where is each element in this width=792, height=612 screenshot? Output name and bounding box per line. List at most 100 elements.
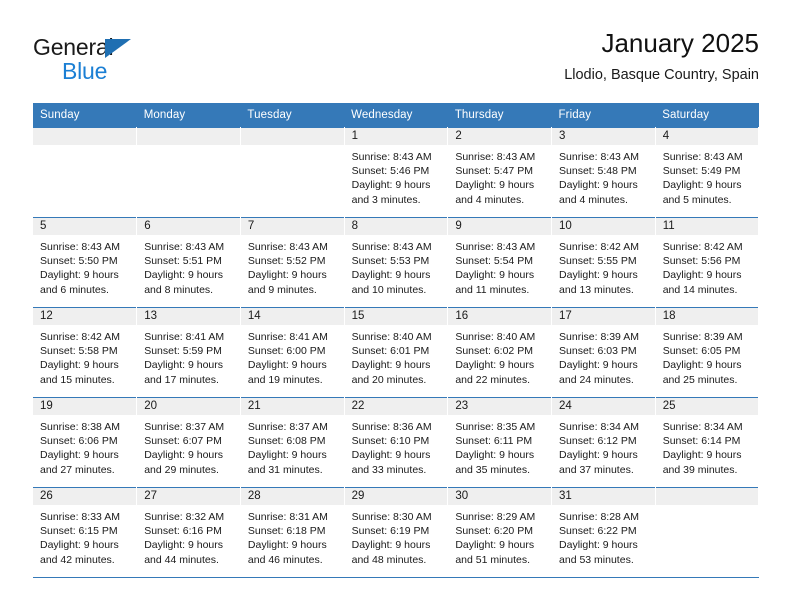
page-title: January 2025 <box>601 28 759 58</box>
calendar-day-cell[interactable]: 21 Sunrise: 8:37 AM Sunset: 6:08 PM Dayligh… <box>240 397 345 488</box>
daylight-duration-line2: and 11 minutes. <box>455 283 530 296</box>
day-details: Sunrise: 8:40 AM Sunset: 6:02 PM Daylight:… <box>448 325 551 387</box>
calendar-day-cell[interactable]: 23 Sunrise: 8:35 AM Sunset: 6:11 PM Dayligh… <box>447 397 553 488</box>
daylight-duration-line2: and 39 minutes. <box>662 463 738 476</box>
daylight-duration-line2: and 15 minutes. <box>40 373 115 386</box>
calendar-day-cell[interactable]: 29 Sunrise: 8:30 AM Sunset: 6:19 PM Dayligh… <box>344 487 449 578</box>
calendar-day-cell[interactable]: 24 Sunrise: 8:34 AM Sunset: 6:12 PM Dayligh… <box>551 397 656 488</box>
calendar-day-cell[interactable]: 12 Sunrise: 8:42 AM Sunset: 5:58 PM Dayligh… <box>33 307 138 398</box>
calendar-page: General Blue January 2025 Llodio, Basque… <box>0 0 792 612</box>
sunset-time: Sunset: 5:48 PM <box>559 165 637 178</box>
calendar-day-cell[interactable]: 8 Sunrise: 8:43 AM Sunset: 5:53 PM Daylight… <box>344 217 449 308</box>
calendar-day-cell[interactable]: 19 Sunrise: 8:38 AM Sunset: 6:06 PM Dayligh… <box>33 397 138 488</box>
daylight-duration-line1: Daylight: 9 hours <box>247 269 327 282</box>
calendar-day-cell[interactable]: 16 Sunrise: 8:40 AM Sunset: 6:02 PM Dayligh… <box>447 307 553 398</box>
weekday-header-sunday: Sunday <box>33 103 137 128</box>
calendar-day-cell[interactable]: 28 Sunrise: 8:31 AM Sunset: 6:18 PM Dayligh… <box>240 487 345 578</box>
daylight-duration-line2: and 53 minutes. <box>559 553 634 566</box>
calendar-day-cell[interactable]: 18 Sunrise: 8:39 AM Sunset: 6:05 PM Dayligh… <box>655 307 760 398</box>
calendar-day-cell-empty <box>33 127 138 218</box>
daylight-duration-line1: Daylight: 9 hours <box>247 539 327 552</box>
daylight-duration-line1: Daylight: 9 hours <box>455 359 535 372</box>
sunset-time: Sunset: 6:19 PM <box>351 525 430 538</box>
daylight-duration-line1: Daylight: 9 hours <box>351 449 431 462</box>
sunrise-time: Sunrise: 8:31 AM <box>247 511 328 523</box>
day-details: Sunrise: 8:34 AM Sunset: 6:12 PM Daylight:… <box>552 415 655 477</box>
sunrise-time: Sunrise: 8:42 AM <box>40 331 120 343</box>
daylight-duration-line2: and 19 minutes. <box>247 373 323 386</box>
sunrise-time: Sunrise: 8:28 AM <box>559 511 639 523</box>
daylight-duration-line2: and 4 minutes. <box>559 193 628 206</box>
calendar-day-cell[interactable]: 25 Sunrise: 8:34 AM Sunset: 6:14 PM Dayligh… <box>655 397 760 488</box>
sunset-time: Sunset: 5:54 PM <box>455 255 533 268</box>
sunrise-time: Sunrise: 8:43 AM <box>40 241 120 253</box>
sunrise-time: Sunrise: 8:43 AM <box>351 151 432 163</box>
sunrise-time: Sunrise: 8:29 AM <box>455 511 536 523</box>
daylight-duration-line1: Daylight: 9 hours <box>40 449 119 462</box>
day-number <box>655 488 759 505</box>
logo-text-general: General <box>33 34 114 60</box>
calendar-day-cell[interactable]: 11 Sunrise: 8:42 AM Sunset: 5:56 PM Dayligh… <box>655 217 760 308</box>
weekday-header-row: Sunday Monday Tuesday Wednesday Thursday… <box>33 103 759 128</box>
page-header: General Blue January 2025 Llodio, Basque… <box>33 26 759 98</box>
title-block: January 2025 Llodio, Basque Country, Spa… <box>564 26 759 86</box>
calendar-day-cell[interactable]: 22 Sunrise: 8:36 AM Sunset: 6:10 PM Dayligh… <box>344 397 449 488</box>
calendar-day-cell[interactable]: 9 Sunrise: 8:43 AM Sunset: 5:54 PM Daylight… <box>447 217 553 308</box>
day-number: 19 <box>33 398 137 415</box>
day-details: Sunrise: 8:43 AM Sunset: 5:48 PM Daylight:… <box>552 145 655 207</box>
calendar-day-cell[interactable]: 17 Sunrise: 8:39 AM Sunset: 6:03 PM Dayligh… <box>551 307 656 398</box>
day-details: Sunrise: 8:30 AM Sunset: 6:19 PM Daylight:… <box>345 505 448 567</box>
calendar-day-cell[interactable]: 7 Sunrise: 8:43 AM Sunset: 5:52 PM Daylight… <box>240 217 345 308</box>
calendar-day-cell[interactable]: 10 Sunrise: 8:42 AM Sunset: 5:55 PM Dayligh… <box>551 217 656 308</box>
daylight-duration-line2: and 44 minutes. <box>144 553 219 566</box>
calendar-day-cell[interactable]: 15 Sunrise: 8:40 AM Sunset: 6:01 PM Dayligh… <box>344 307 449 398</box>
weekday-header-monday: Monday <box>136 103 241 128</box>
sunset-time: Sunset: 6:11 PM <box>455 435 533 448</box>
calendar-day-cell[interactable]: 26 Sunrise: 8:33 AM Sunset: 6:15 PM Dayligh… <box>33 487 138 578</box>
calendar-week-row: 5 Sunrise: 8:43 AM Sunset: 5:50 PM Daylight… <box>33 217 760 308</box>
day-details: Sunrise: 8:31 AM Sunset: 6:18 PM Daylight:… <box>241 505 344 567</box>
calendar-day-cell[interactable]: 14 Sunrise: 8:41 AM Sunset: 6:00 PM Dayligh… <box>240 307 345 398</box>
day-number: 20 <box>137 398 240 415</box>
daylight-duration-line2: and 33 minutes. <box>351 463 427 476</box>
daylight-duration-line2: and 4 minutes. <box>455 193 525 206</box>
daylight-duration-line1: Daylight: 9 hours <box>662 269 742 282</box>
sunset-time: Sunset: 6:00 PM <box>247 345 326 358</box>
sunset-time: Sunset: 5:59 PM <box>144 345 222 358</box>
calendar-day-cell[interactable]: 27 Sunrise: 8:32 AM Sunset: 6:16 PM Dayligh… <box>136 487 241 578</box>
calendar-week-row: 1 Sunrise: 8:43 AM Sunset: 5:46 PM Daylight… <box>33 127 760 218</box>
calendar-body: 1 Sunrise: 8:43 AM Sunset: 5:46 PM Daylight… <box>33 127 760 578</box>
day-number: 11 <box>655 218 759 235</box>
calendar-day-cell[interactable]: 13 Sunrise: 8:41 AM Sunset: 5:59 PM Dayligh… <box>136 307 241 398</box>
calendar-day-cell[interactable]: 6 Sunrise: 8:43 AM Sunset: 5:51 PM Daylight… <box>136 217 241 308</box>
weekday-header-wednesday: Wednesday <box>344 103 448 128</box>
sunset-time: Sunset: 6:16 PM <box>144 525 222 538</box>
day-number: 27 <box>137 488 240 505</box>
calendar-grid: Sunday Monday Tuesday Wednesday Thursday… <box>33 103 760 578</box>
daylight-duration-line1: Daylight: 9 hours <box>144 449 223 462</box>
calendar-day-cell[interactable]: 1 Sunrise: 8:43 AM Sunset: 5:46 PM Daylight… <box>344 127 449 218</box>
sunrise-time: Sunrise: 8:43 AM <box>662 151 743 163</box>
day-number: 29 <box>344 488 448 505</box>
sunrise-time: Sunrise: 8:43 AM <box>455 151 536 163</box>
sunset-time: Sunset: 6:10 PM <box>351 435 430 448</box>
daylight-duration-line2: and 5 minutes. <box>662 193 732 206</box>
calendar-day-cell[interactable]: 30 Sunrise: 8:29 AM Sunset: 6:20 PM Dayligh… <box>447 487 553 578</box>
day-details: Sunrise: 8:34 AM Sunset: 6:14 PM Daylight:… <box>656 415 759 477</box>
page-subtitle: Llodio, Basque Country, Spain <box>564 67 759 83</box>
calendar-day-cell[interactable]: 3 Sunrise: 8:43 AM Sunset: 5:48 PM Daylight… <box>551 127 656 218</box>
day-number <box>137 128 240 145</box>
calendar-day-cell[interactable]: 2 Sunrise: 8:43 AM Sunset: 5:47 PM Daylight… <box>447 127 553 218</box>
sunset-time: Sunset: 6:07 PM <box>144 435 222 448</box>
daylight-duration-line1: Daylight: 9 hours <box>144 269 223 282</box>
sunrise-time: Sunrise: 8:39 AM <box>559 331 639 343</box>
daylight-duration-line1: Daylight: 9 hours <box>351 359 431 372</box>
calendar-day-cell[interactable]: 5 Sunrise: 8:43 AM Sunset: 5:50 PM Daylight… <box>33 217 138 308</box>
daylight-duration-line1: Daylight: 9 hours <box>144 539 223 552</box>
calendar-day-cell[interactable]: 20 Sunrise: 8:37 AM Sunset: 6:07 PM Dayligh… <box>136 397 241 488</box>
calendar-week-row: 12 Sunrise: 8:42 AM Sunset: 5:58 PM Dayligh… <box>33 307 760 398</box>
day-details: Sunrise: 8:43 AM Sunset: 5:49 PM Daylight:… <box>656 145 759 207</box>
day-number <box>240 128 344 145</box>
calendar-day-cell[interactable]: 31 Sunrise: 8:28 AM Sunset: 6:22 PM Dayligh… <box>551 487 656 578</box>
calendar-day-cell[interactable]: 4 Sunrise: 8:43 AM Sunset: 5:49 PM Daylight… <box>655 127 760 218</box>
